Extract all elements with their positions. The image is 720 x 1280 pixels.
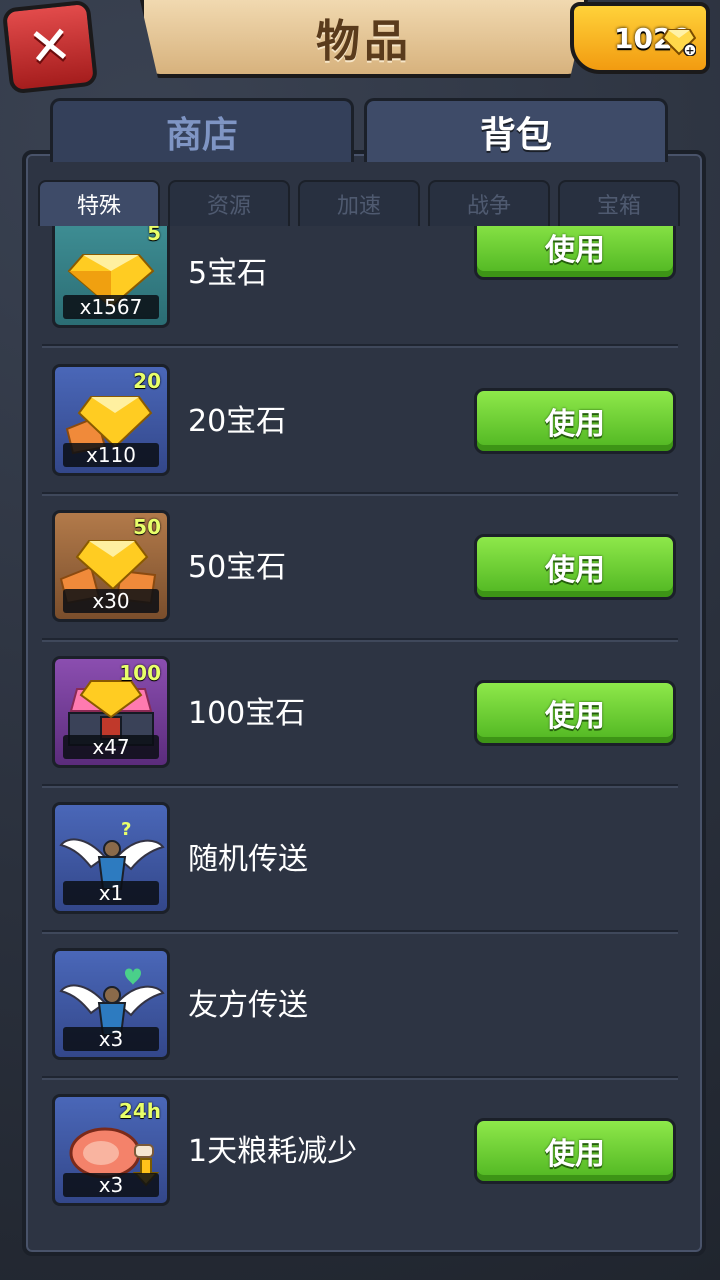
item-thumbnail: 24h x3: [52, 1094, 170, 1206]
list-item: 20 x110 20宝石 使用: [42, 346, 678, 494]
page-title: 物品: [316, 16, 412, 67]
list-item: x3 友方传送: [42, 930, 678, 1078]
svg-text:?: ?: [121, 819, 131, 840]
item-thumbnail: x3: [52, 948, 170, 1060]
subtab-chest[interactable]: 宝箱: [558, 180, 680, 226]
item-name: 20宝石: [188, 404, 287, 439]
list-item: ? x1 随机传送: [42, 784, 678, 932]
item-badge: 100: [119, 661, 161, 685]
tab-backpack[interactable]: 背包: [364, 98, 668, 162]
gem-icon: +: [662, 29, 696, 56]
use-button[interactable]: 使用: [474, 680, 676, 746]
item-badge: 20: [133, 369, 161, 393]
item-thumbnail: 5 x1567: [52, 226, 170, 328]
item-count: x1: [63, 881, 159, 905]
item-thumbnail: 20 x110: [52, 364, 170, 476]
title-plate: 物品: [140, 0, 588, 78]
item-name: 1天粮耗减少: [188, 1134, 358, 1169]
subtab-special[interactable]: 特殊: [38, 180, 160, 226]
close-x-icon: ✕: [25, 14, 75, 80]
item-count: x1567: [63, 295, 159, 319]
item-thumbnail: 50 x30: [52, 510, 170, 622]
item-thumbnail: 100 x47: [52, 656, 170, 768]
use-button[interactable]: 使用: [474, 534, 676, 600]
item-name: 50宝石: [188, 550, 287, 585]
item-badge: 5: [147, 226, 161, 245]
item-list[interactable]: 5 x1567 5宝石 使用 20 x110 20宝石 使用 50 x30 50…: [42, 226, 682, 1218]
main-tabs: 商店 背包: [50, 98, 670, 162]
item-thumbnail: ? x1: [52, 802, 170, 914]
item-badge: 50: [133, 515, 161, 539]
subtab-speedup[interactable]: 加速: [298, 180, 420, 226]
tab-shop[interactable]: 商店: [50, 98, 354, 162]
subtab-war[interactable]: 战争: [428, 180, 550, 226]
item-name: 随机传送: [188, 842, 308, 877]
item-count: x47: [63, 735, 159, 759]
svg-text:+: +: [685, 44, 694, 56]
use-button[interactable]: 使用: [474, 388, 676, 454]
subtab-resources[interactable]: 资源: [168, 180, 290, 226]
item-count: x110: [63, 443, 159, 467]
item-count: x3: [63, 1173, 159, 1197]
close-button[interactable]: ✕: [1, 0, 99, 95]
list-item: 24h x3 1天粮耗减少 使用: [42, 1076, 678, 1218]
item-name: 5宝石: [188, 256, 268, 291]
use-button[interactable]: 使用: [474, 1118, 676, 1184]
list-item: 5 x1567 5宝石 使用: [42, 226, 678, 346]
item-name: 100宝石: [188, 696, 306, 731]
item-name: 友方传送: [188, 988, 308, 1023]
list-item: 50 x30 50宝石 使用: [42, 492, 678, 640]
gem-counter[interactable]: 1029 +: [570, 2, 710, 74]
category-tabs: 特殊 资源 加速 战争 宝箱: [38, 180, 686, 226]
use-button[interactable]: 使用: [474, 226, 676, 280]
item-badge: 24h: [118, 1099, 161, 1123]
item-count: x30: [63, 589, 159, 613]
item-count: x3: [63, 1027, 159, 1051]
list-item: 100 x47 100宝石 使用: [42, 638, 678, 786]
